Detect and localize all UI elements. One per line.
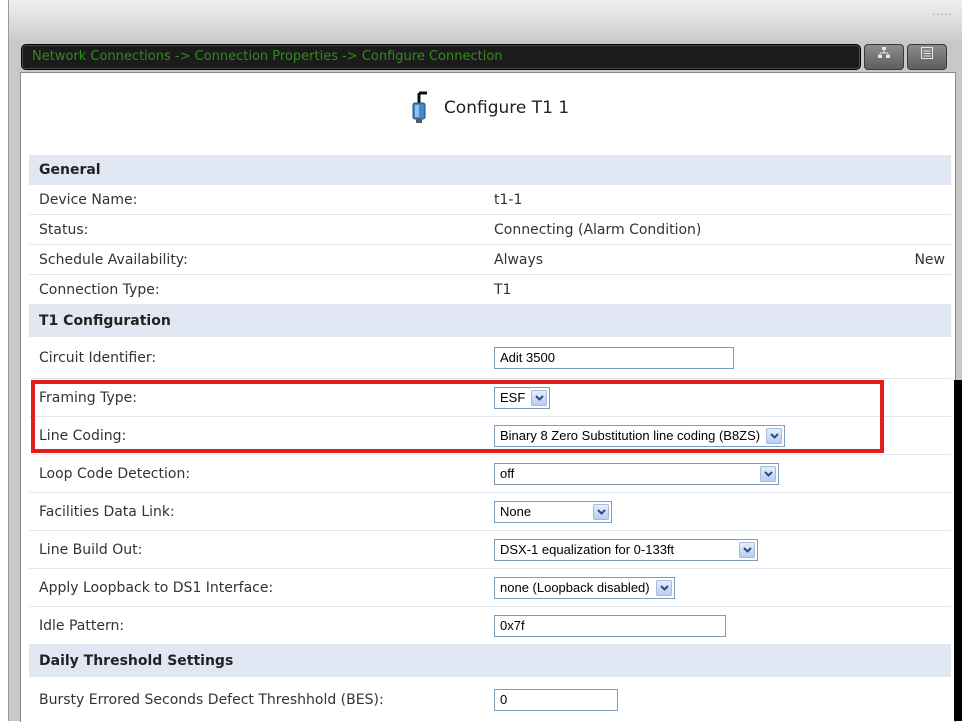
loop-code-selected: off	[500, 465, 515, 481]
breadcrumb: Network Connections -> Connection Proper…	[21, 44, 861, 70]
idle-pattern-input[interactable]: 0x7f	[494, 614, 726, 637]
chevron-down-icon[interactable]	[766, 427, 783, 444]
fdl-label: Facilities Data Link:	[39, 503, 175, 520]
row-lbo: Line Build Out: DSX-1 equalization for 0…	[29, 531, 951, 569]
row-idle-pattern: Idle Pattern: 0x7f	[29, 607, 951, 645]
section-header-general: General	[29, 155, 951, 185]
section-title: General	[39, 161, 101, 178]
row-schedule: Schedule Availability: Always New	[29, 245, 951, 275]
row-framing: Framing Type: ESF	[29, 379, 951, 417]
lbo-selected: DSX-1 equalization for 0-133ft	[500, 541, 675, 557]
section-title: Daily Threshold Settings	[39, 652, 234, 669]
schedule-label: Schedule Availability:	[39, 251, 188, 268]
lbo-label: Line Build Out:	[39, 541, 143, 558]
bes-input[interactable]: 0	[494, 688, 618, 711]
line-coding-label: Line Coding:	[39, 427, 127, 444]
content-panel: Configure T1 1 General Device Name: t1-1…	[20, 72, 956, 722]
row-connection-type: Connection Type: T1	[29, 275, 951, 305]
circuit-id-input[interactable]: Adit 3500	[494, 346, 734, 369]
section-header-daily: Daily Threshold Settings	[29, 645, 951, 677]
row-fdl: Facilities Data Link: None	[29, 493, 951, 531]
framing-select[interactable]: ESF	[494, 386, 551, 409]
row-circuit-id: Circuit Identifier: Adit 3500	[29, 337, 951, 379]
row-bes: Bursty Errored Seconds Defect Threshhold…	[29, 677, 951, 722]
framing-selected: ESF	[500, 389, 526, 405]
right-edge-bar	[954, 380, 962, 721]
status-label: Status:	[39, 221, 89, 238]
idle-pattern-label: Idle Pattern:	[39, 617, 125, 634]
line-coding-selected: Binary 8 Zero Substitution line coding (…	[500, 427, 761, 443]
row-device-name: Device Name: t1-1	[29, 185, 951, 215]
row-loop-code: Loop Code Detection: off	[29, 455, 951, 493]
row-loopback: Apply Loopback to DS1 Interface: none (L…	[29, 569, 951, 607]
new-schedule-link[interactable]: New	[914, 252, 945, 268]
page-title: Configure T1 1	[443, 98, 570, 118]
schedule-value: Always	[494, 251, 544, 268]
device-name-value: t1-1	[494, 191, 523, 208]
connection-type-label: Connection Type:	[39, 281, 160, 298]
loop-code-label: Loop Code Detection:	[39, 465, 191, 482]
loop-code-select[interactable]: off	[494, 462, 779, 485]
t1-connector-icon	[407, 91, 431, 125]
list-icon[interactable]	[907, 44, 947, 70]
row-status: Status: Connecting (Alarm Condition)	[29, 215, 951, 245]
chevron-down-icon[interactable]	[593, 503, 609, 520]
connection-type-value: T1	[494, 281, 512, 298]
resize-grip-icon[interactable]: ·····	[932, 10, 953, 21]
row-line-coding: Line Coding: Binary 8 Zero Substitution …	[29, 417, 951, 455]
loopback-select[interactable]: none (Loopback disabled)	[494, 576, 675, 599]
status-value: Connecting (Alarm Condition)	[494, 221, 702, 238]
fdl-select[interactable]: None	[494, 500, 612, 523]
circuit-id-label: Circuit Identifier:	[39, 349, 157, 366]
chevron-down-icon[interactable]	[531, 389, 548, 406]
fdl-selected: None	[500, 503, 532, 519]
framing-label: Framing Type:	[39, 389, 137, 406]
section-title: T1 Configuration	[39, 312, 171, 329]
line-coding-select[interactable]: Binary 8 Zero Substitution line coding (…	[494, 424, 786, 447]
sitemap-icon[interactable]	[864, 44, 904, 70]
bes-label: Bursty Errored Seconds Defect Threshhold…	[39, 691, 384, 708]
breadcrumb-text[interactable]: Network Connections -> Connection Proper…	[32, 49, 503, 64]
section-header-t1: T1 Configuration	[29, 305, 951, 337]
lbo-select[interactable]: DSX-1 equalization for 0-133ft	[494, 538, 758, 561]
device-name-label: Device Name:	[39, 191, 138, 208]
loopback-label: Apply Loopback to DS1 Interface:	[39, 579, 274, 596]
chevron-down-icon[interactable]	[655, 579, 672, 596]
loopback-selected: none (Loopback disabled)	[500, 579, 650, 595]
chevron-down-icon[interactable]	[739, 541, 755, 558]
page-header: Configure T1 1	[21, 91, 955, 125]
chevron-down-icon[interactable]	[760, 465, 776, 482]
